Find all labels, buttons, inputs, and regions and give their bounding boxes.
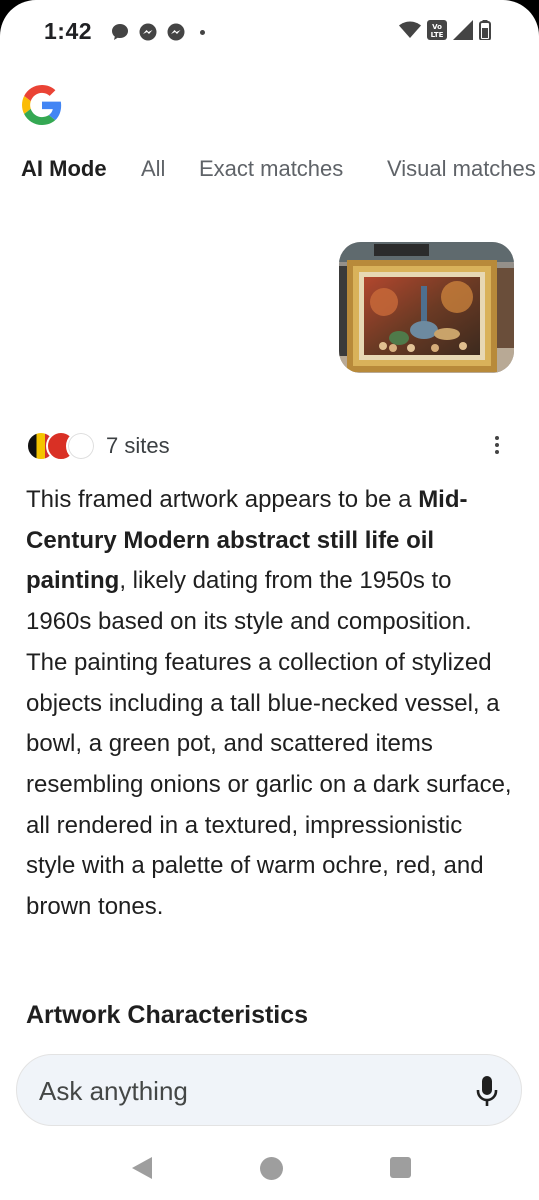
dot-icon [200,29,205,35]
navigation-bar [0,1140,539,1200]
sources-count: 7 sites [106,433,170,458]
messenger-icon [167,23,185,41]
google-logo[interactable] [22,85,62,125]
battery-icon [479,20,491,40]
wifi-icon [399,21,421,38]
sources-row[interactable]: 7 sites [26,430,170,462]
recents-icon[interactable] [390,1157,411,1178]
painting-thumbnail [339,242,514,373]
home-icon[interactable] [260,1157,283,1180]
answer-intro: This framed artwork appears to be a [26,486,419,513]
ask-input[interactable] [37,1069,461,1113]
tab-ai-mode[interactable]: AI Mode [21,156,107,182]
status-time: 1:42 [44,18,93,44]
signal-icon [453,20,473,40]
ask-bar[interactable] [16,1054,522,1126]
chat-bubble-icon [112,24,128,40]
query-image[interactable] [339,242,514,373]
volte-icon: VoLTE [427,20,447,40]
system-icons: Vo LTE [399,20,491,40]
source-favicon [66,431,96,461]
notification-icons [110,22,205,42]
status-bar: 1:42 Vo LTE [0,0,539,64]
tab-all[interactable]: All [141,156,165,182]
microphone-icon[interactable] [473,1075,501,1107]
ai-answer: This framed artwork appears to be a Mid-… [26,480,516,928]
messenger-icon [139,23,157,41]
screen: 1:42 Vo LTE AI Mode All Exact matches Vis… [0,0,539,1200]
tab-visual-matches[interactable]: Visual matches [387,156,536,182]
section-heading: Artwork Characteristics [26,1001,309,1029]
answer-rest: , likely dating from the 1950s to 1960s … [26,567,512,921]
tab-exact-matches[interactable]: Exact matches [199,156,343,182]
search-tabs: AI Mode All Exact matches Visual matches [0,156,539,190]
more-options-icon[interactable] [484,432,510,458]
svg-text:LTE: LTE [431,31,444,39]
back-icon[interactable] [131,1156,153,1180]
svg-text:Vo: Vo [432,23,442,31]
